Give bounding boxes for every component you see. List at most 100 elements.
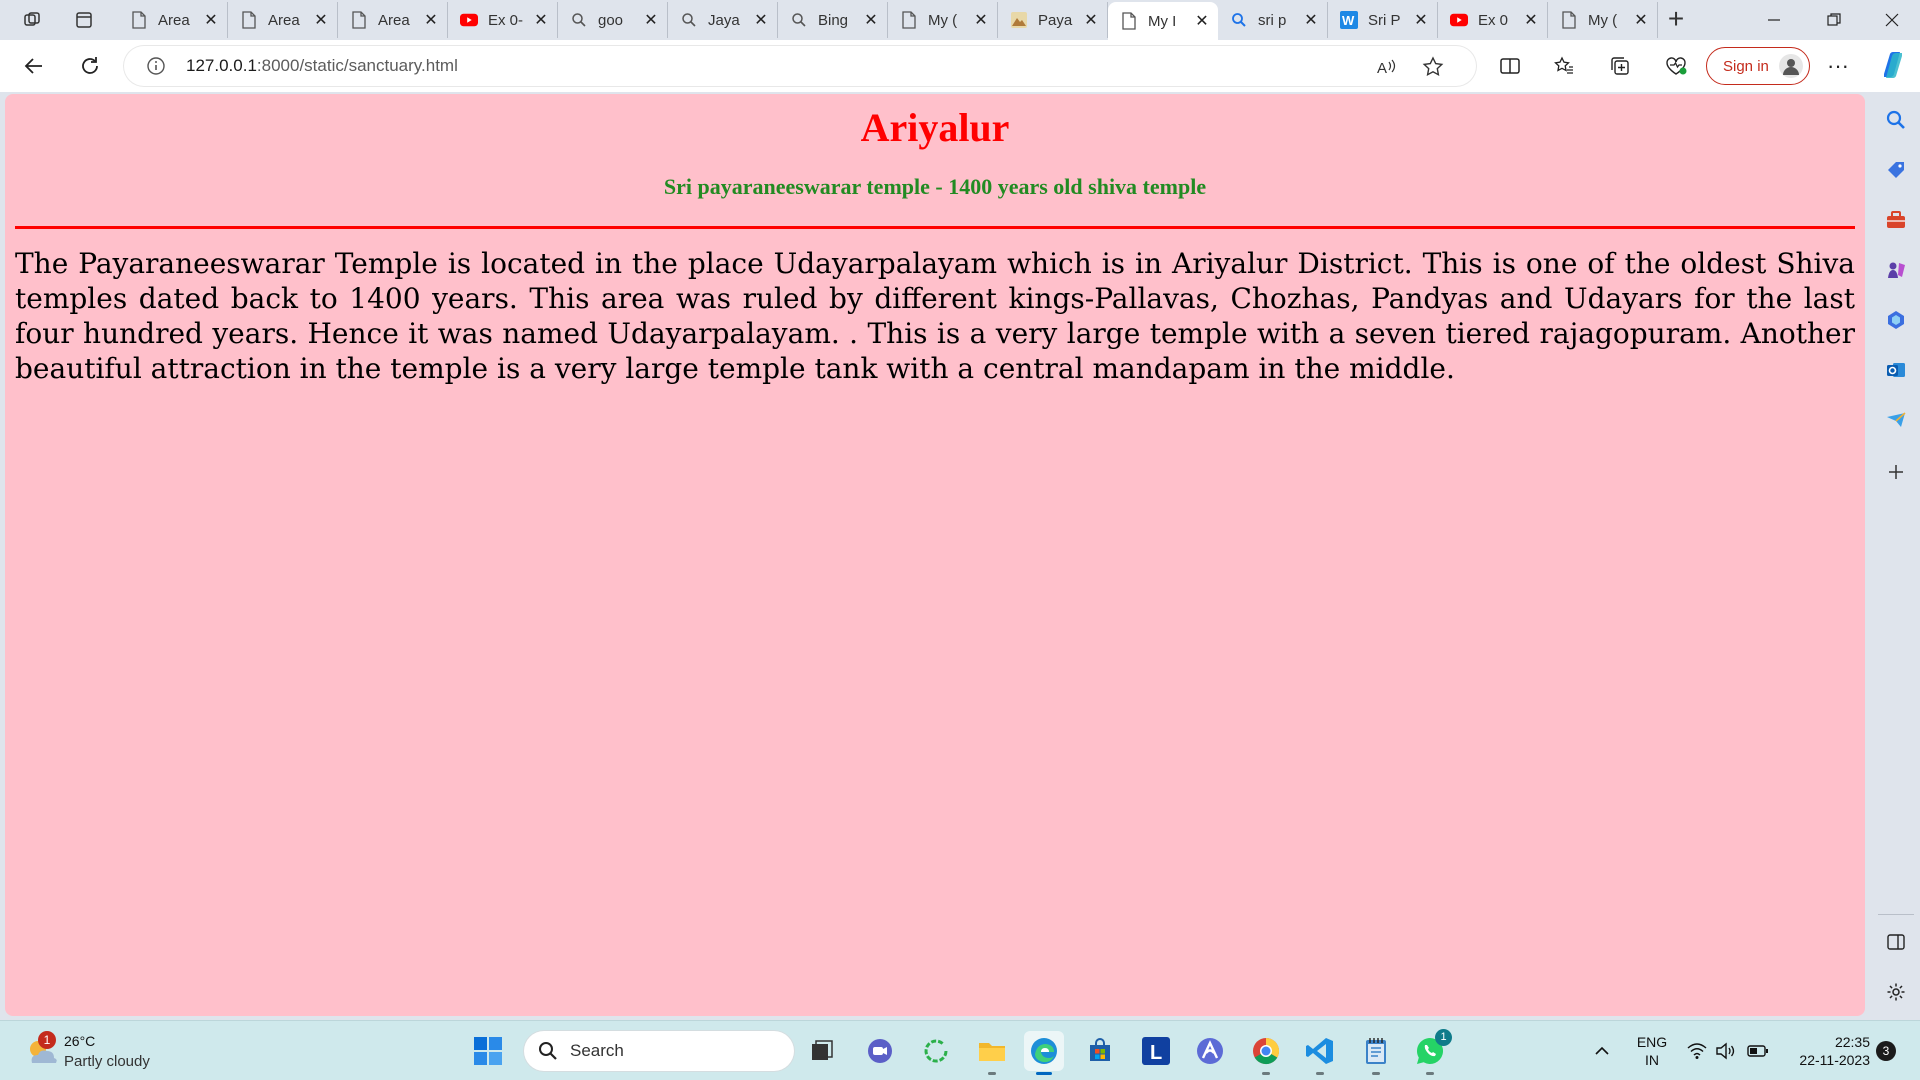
start-button[interactable] [472, 1035, 504, 1067]
sign-in-button[interactable]: Sign in [1706, 47, 1810, 85]
language-indicator[interactable]: ENG IN [1634, 1033, 1670, 1069]
page-icon [1560, 11, 1578, 29]
close-tab-icon[interactable]: ✕ [203, 12, 219, 29]
favorite-star-icon[interactable] [1420, 54, 1446, 80]
tab-title: Ex 0 [1478, 11, 1509, 29]
games-icon[interactable] [1880, 254, 1912, 286]
browser-tab[interactable]: My ( ✕ [1548, 2, 1658, 38]
tools-briefcase-icon[interactable] [1880, 204, 1912, 236]
tab-title: Area [268, 11, 300, 29]
vscode-icon[interactable] [1300, 1031, 1340, 1075]
page-paragraph: The Payaraneeswarar Temple is located in… [15, 247, 1855, 385]
favorites-icon[interactable] [1548, 50, 1580, 82]
arc-app-icon[interactable] [1190, 1031, 1230, 1071]
show-hidden-icons-icon[interactable] [1588, 1031, 1616, 1071]
shopping-tag-icon[interactable] [1880, 154, 1912, 186]
region-code: IN [1645, 1052, 1659, 1068]
close-tab-icon[interactable]: ✕ [753, 12, 769, 29]
battery-icon[interactable] [1744, 1031, 1772, 1071]
close-tab-icon[interactable]: ✕ [1083, 12, 1099, 29]
teams-chat-icon[interactable] [860, 1031, 900, 1071]
browser-tab[interactable]: My ( ✕ [888, 2, 998, 38]
site-info-icon[interactable] [146, 56, 166, 76]
address-bar[interactable]: 127.0.0.1:8000/static/sanctuary.html A [124, 46, 1476, 86]
file-explorer-icon[interactable] [972, 1031, 1012, 1075]
browser-tab[interactable]: Paya ✕ [998, 2, 1108, 38]
url-text[interactable]: 127.0.0.1:8000/static/sanctuary.html [186, 56, 458, 76]
l-app-icon[interactable]: L [1136, 1031, 1176, 1071]
hide-sidebar-icon[interactable] [1880, 926, 1912, 958]
drop-send-icon[interactable] [1880, 404, 1912, 436]
close-tab-icon[interactable]: ✕ [313, 12, 329, 29]
tab-title: My ( [928, 11, 958, 29]
sidebar-search-icon[interactable] [1880, 104, 1912, 136]
split-screen-icon[interactable] [1494, 50, 1526, 82]
url-path: :8000/static/sanctuary.html [256, 56, 458, 75]
tab-actions-icon[interactable] [66, 6, 102, 34]
close-tab-icon[interactable]: ✕ [1413, 12, 1429, 29]
bing-search-icon [1230, 11, 1248, 29]
collections-icon[interactable] [1604, 50, 1636, 82]
clock-date: 22-11-2023 [1799, 1052, 1870, 1068]
add-sidebar-app-icon[interactable] [1880, 456, 1912, 488]
minimize-button[interactable] [1746, 0, 1802, 40]
close-tab-icon[interactable]: ✕ [863, 12, 879, 29]
wifi-icon[interactable] [1684, 1031, 1710, 1071]
running-indicator [988, 1072, 996, 1075]
close-tab-icon[interactable]: ✕ [1194, 13, 1210, 30]
copilot-icon[interactable] [1876, 48, 1910, 82]
browser-tab[interactable]: Area ✕ [338, 2, 448, 38]
browser-tab[interactable]: Area ✕ [228, 2, 338, 38]
browser-tab[interactable]: goo ✕ [558, 2, 668, 38]
tab-title: Bing [818, 11, 849, 29]
refresh-button[interactable] [74, 50, 106, 82]
search-icon [570, 11, 588, 29]
tab-title: goo [598, 11, 624, 29]
browser-tab[interactable]: W Sri P ✕ [1328, 2, 1438, 38]
tab-title: Jaya [708, 11, 740, 29]
tab-title: My ( [1588, 11, 1618, 29]
tab-title: Area [378, 11, 410, 29]
more-options-icon[interactable]: ··· [1822, 50, 1854, 82]
edge-sidebar [1872, 92, 1920, 1016]
taskbar-search[interactable]: Search [524, 1031, 794, 1071]
close-tab-icon[interactable]: ✕ [973, 12, 989, 29]
close-tab-icon[interactable]: ✕ [1303, 12, 1319, 29]
back-button[interactable] [18, 50, 50, 82]
chrome-icon[interactable] [1246, 1031, 1286, 1075]
browser-tab[interactable]: Ex 0 ✕ [1438, 2, 1548, 38]
whatsapp-icon[interactable]: 1 [1410, 1029, 1452, 1075]
workspaces-icon[interactable] [14, 6, 50, 34]
close-tab-icon[interactable]: ✕ [1633, 12, 1649, 29]
close-tab-icon[interactable]: ✕ [643, 12, 659, 29]
browser-essentials-icon[interactable] [1660, 50, 1692, 82]
sidebar-settings-icon[interactable] [1880, 976, 1912, 1008]
browser-tab[interactable]: Jaya ✕ [668, 2, 778, 38]
browser-tab[interactable]: Area ✕ [118, 2, 228, 38]
new-tab-button[interactable]: + [1660, 4, 1692, 36]
notepad-icon[interactable] [1356, 1031, 1396, 1075]
wikipedia-icon: W [1340, 11, 1358, 29]
browser-tab[interactable]: Ex 0- ✕ [448, 2, 558, 38]
system-clock[interactable]: 22:35 22-11-2023 [1786, 1033, 1870, 1069]
sign-in-label: Sign in [1723, 57, 1769, 75]
restore-button[interactable] [1806, 0, 1862, 40]
close-tab-icon[interactable]: ✕ [1523, 12, 1539, 29]
refresh-app-icon[interactable] [916, 1031, 956, 1071]
close-tab-icon[interactable]: ✕ [533, 12, 549, 29]
tab-active[interactable]: My I ✕ [1108, 2, 1218, 40]
microsoft-365-icon[interactable] [1880, 304, 1912, 336]
page-heading: Ariyalur [860, 105, 1010, 150]
read-aloud-icon[interactable]: A [1374, 54, 1400, 80]
close-window-button[interactable] [1864, 0, 1920, 40]
volume-icon[interactable] [1712, 1031, 1738, 1071]
edge-browser-icon[interactable] [1024, 1031, 1064, 1075]
browser-tab[interactable]: sri p ✕ [1218, 2, 1328, 38]
language-code: ENG [1636, 1034, 1668, 1050]
task-view-icon[interactable] [802, 1031, 842, 1071]
notification-count-badge[interactable]: 3 [1876, 1041, 1896, 1061]
microsoft-store-icon[interactable] [1080, 1031, 1120, 1071]
close-tab-icon[interactable]: ✕ [423, 12, 439, 29]
outlook-icon[interactable] [1880, 354, 1912, 386]
browser-tab[interactable]: Bing ✕ [778, 2, 888, 38]
